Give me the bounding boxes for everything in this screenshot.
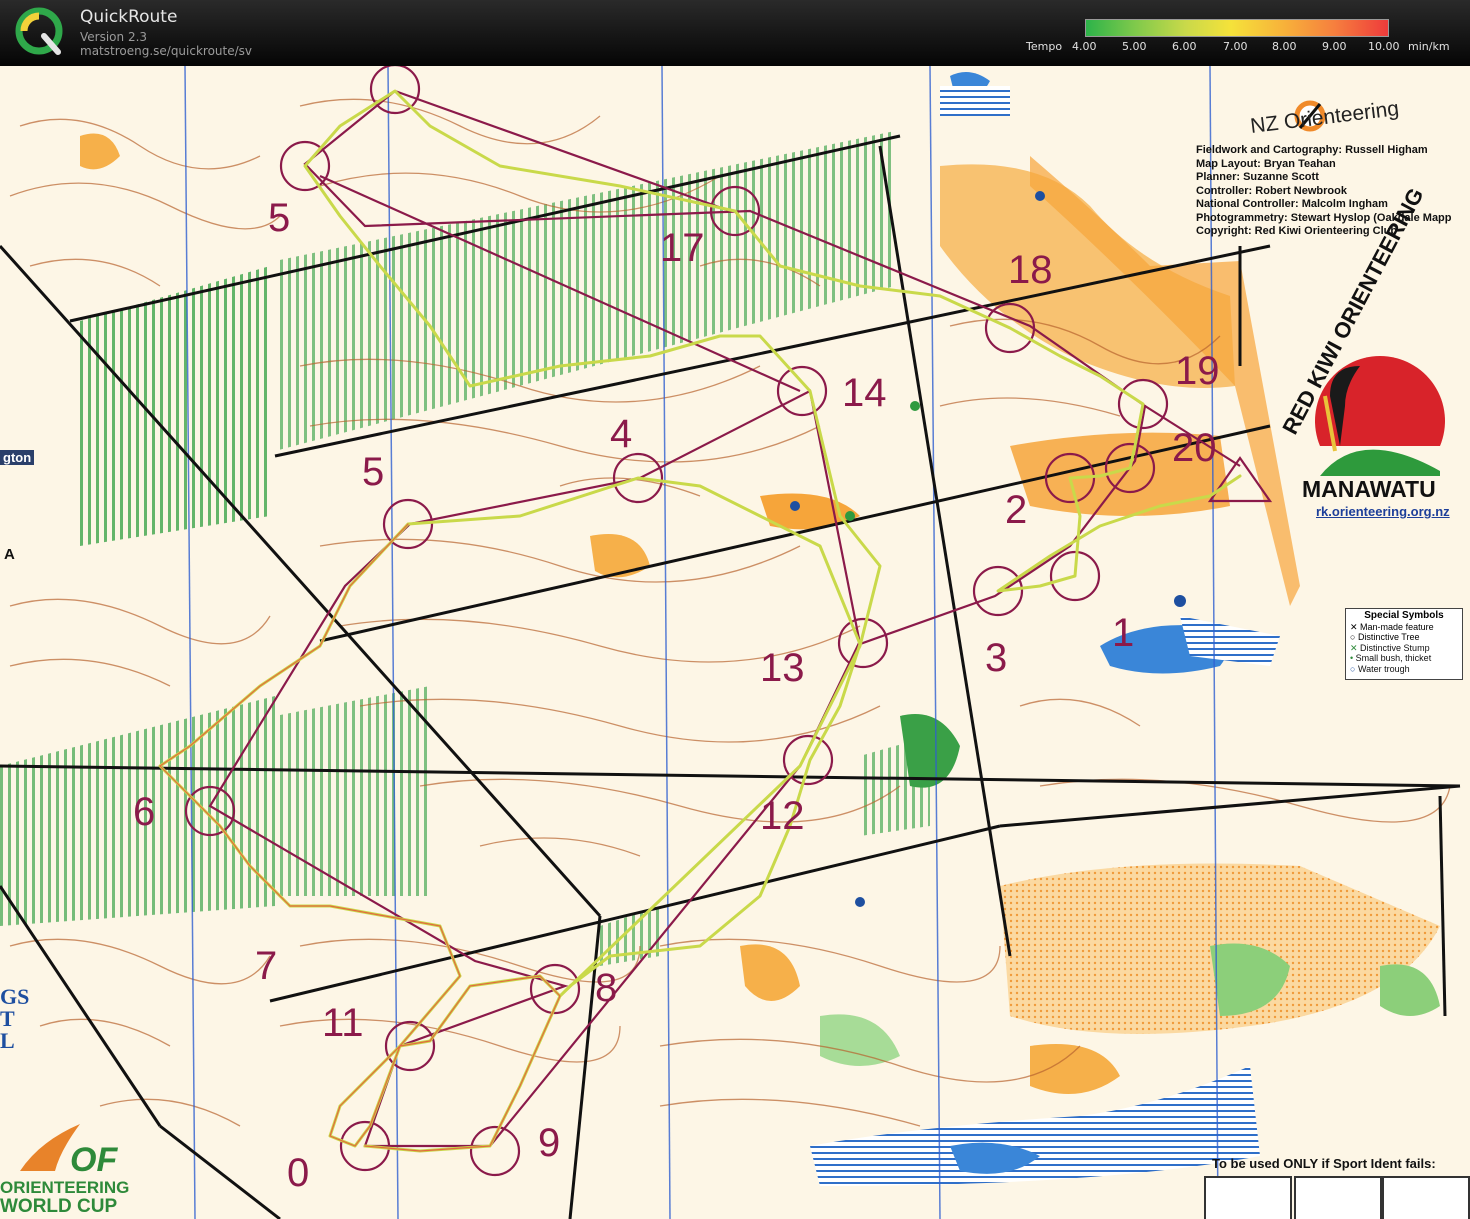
green-area xyxy=(820,1014,900,1066)
special-symbols-legend: Special Symbols ✕ Man-made feature ○ Dis… xyxy=(1345,608,1463,680)
credit-line: Copyright: Red Kiwi Orienteering Club xyxy=(1196,225,1398,237)
green-stripe-area xyxy=(275,686,430,896)
red-kiwi-logo-icon xyxy=(1315,356,1445,476)
control-number: 11 xyxy=(322,1001,364,1045)
control-number: 18 xyxy=(1008,248,1053,292)
map-credits: Fieldwork and Cartography: Russell Higha… xyxy=(1196,144,1452,239)
sport-ident-box xyxy=(1204,1176,1292,1219)
pace-scale-labels: Tempo 4.00 5.00 6.00 7.00 8.00 9.00 10.0… xyxy=(1026,40,1466,56)
green-area xyxy=(900,714,960,788)
control-number: 3 xyxy=(985,636,1008,680)
legend-item: ○ Water trough xyxy=(1350,663,1410,674)
pace-tick: 4.00 xyxy=(1072,40,1097,53)
svg-text:OF: OF xyxy=(70,1141,118,1179)
open-land-area xyxy=(740,944,800,1001)
credit-line: Controller: Robert Newbrook xyxy=(1196,184,1347,197)
control-number: 5 xyxy=(362,450,385,494)
sport-ident-box xyxy=(1294,1176,1382,1219)
app-version: Version 2.3 xyxy=(80,30,148,44)
control-number: 14 xyxy=(842,371,887,415)
orienteering-map[interactable]: OF RED KIWI ORIENTEERING 5 17 18 19 20 1… xyxy=(0,66,1470,1219)
green-stripe-area xyxy=(80,266,270,546)
pace-tick: 5.00 xyxy=(1122,40,1147,53)
world-cup-text: ORIENTEERING xyxy=(0,1178,130,1197)
control-number: 12 xyxy=(760,794,805,838)
legend-item: ✕ Man-made feature xyxy=(1350,621,1434,632)
pace-tick: 6.00 xyxy=(1172,40,1197,53)
control-number: 17 xyxy=(660,226,705,270)
control-number: 2 xyxy=(1005,488,1028,532)
control-number: 19 xyxy=(1175,349,1220,393)
legend-item: ✕ Distinctive Stump xyxy=(1350,642,1430,653)
credit-line: Fieldwork and Cartography: Russell Higha… xyxy=(1196,144,1428,156)
legend-item: • Small bush, thicket xyxy=(1350,653,1432,663)
credit-line: National Controller: Malcolm Ingham xyxy=(1196,198,1388,210)
quickroute-logo-icon xyxy=(15,7,63,55)
open-land-area xyxy=(80,133,120,170)
control-number: 1 xyxy=(1112,611,1135,655)
control-number: 0 xyxy=(287,1151,310,1195)
sport-ident-box xyxy=(1382,1176,1470,1219)
edge-label: gton xyxy=(0,450,35,465)
credit-line: Map Layout: Bryan Teahan xyxy=(1196,157,1336,170)
app-title: QuickRoute xyxy=(80,7,178,27)
open-land-area xyxy=(590,534,650,578)
world-cup-text: WORLD CUP xyxy=(0,1196,118,1217)
green-area xyxy=(1380,964,1440,1016)
sport-ident-note: To be used ONLY if Sport Ident fails: xyxy=(1212,1156,1436,1171)
control-number: 20 xyxy=(1172,426,1217,470)
pace-unit: min/km xyxy=(1408,40,1450,53)
control-number: 5 xyxy=(268,196,291,240)
map-drawing: OF RED KIWI ORIENTEERING xyxy=(0,66,1461,1219)
app-url[interactable]: matstroeng.se/quickroute/sv xyxy=(80,44,252,58)
credit-line: Planner: Suzanne Scott xyxy=(1196,171,1319,183)
pace-tick: 7.00 xyxy=(1223,40,1248,53)
legend-title: Special Symbols xyxy=(1364,610,1444,621)
control-number: 4 xyxy=(610,412,633,456)
pace-tick: 10.00 xyxy=(1368,40,1400,53)
club-name: MANAWATU xyxy=(1302,476,1436,502)
edge-label: A xyxy=(4,546,15,563)
credit-line: Photogrammetry: Stewart Hyslop (Oakdale … xyxy=(1196,211,1452,224)
pace-label: Tempo xyxy=(1026,40,1063,53)
legend-item: ○ Distinctive Tree xyxy=(1350,632,1420,642)
control-number: 9 xyxy=(538,1121,561,1165)
edge-label: L xyxy=(0,1028,15,1053)
pace-color-scale xyxy=(1085,19,1389,37)
pace-tick: 8.00 xyxy=(1272,40,1297,53)
marsh xyxy=(940,86,1010,116)
control-number: 6 xyxy=(133,790,156,834)
control-number: 13 xyxy=(760,646,805,690)
control-number: 7 xyxy=(255,944,278,988)
title-bar: QuickRoute Version 2.3 matstroeng.se/qui… xyxy=(0,0,1470,66)
club-link[interactable]: rk.orienteering.org.nz xyxy=(1316,504,1450,519)
pace-tick: 9.00 xyxy=(1322,40,1347,53)
control-number: 8 xyxy=(595,966,618,1010)
